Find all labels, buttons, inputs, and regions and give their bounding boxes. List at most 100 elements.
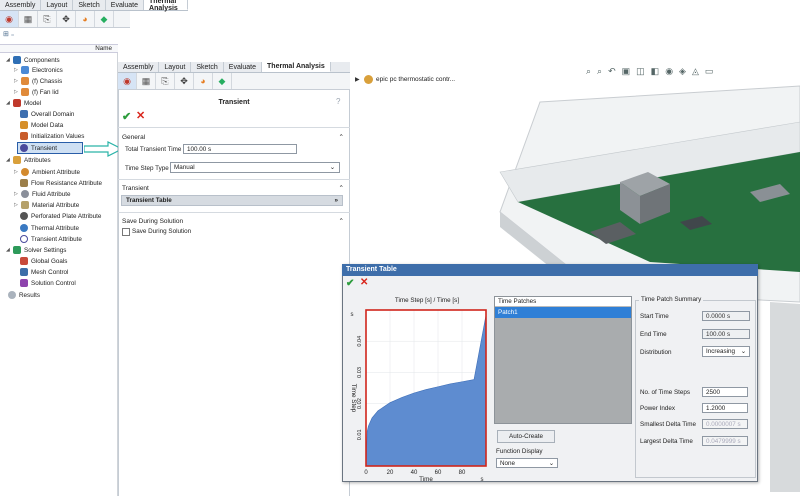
distribution-select[interactable]: Increasing ⌄ [702,346,750,357]
mesh-icon [20,268,28,276]
general-section-header[interactable]: General ⌃ [118,131,348,143]
tab-thermal-analysis[interactable]: Thermal Analysis [144,0,188,12]
collapse-chevron-icon[interactable]: ⌃ [339,217,344,225]
tab-evaluate[interactable]: Evaluate [106,0,145,10]
color-wheel-icon[interactable]: ◕ [194,73,213,89]
tab-sketch[interactable]: Sketch [191,62,224,72]
tree-item-perforated-plate-attribute[interactable]: Perforated Plate Attribute [20,211,101,221]
transient-table-row[interactable]: Transient Table» [121,195,343,206]
tab-layout[interactable]: Layout [159,62,192,72]
expand-arrow-icon[interactable]: ▶ [355,76,360,83]
tree-item-flow-resistance-attribute[interactable]: Flow Resistance Attribute [20,178,102,188]
help-icon[interactable]: ? [336,97,340,106]
expand-icon[interactable]: ◢ [6,100,12,106]
expand-icon[interactable]: ◢ [6,247,12,253]
thermal-icon [20,224,28,232]
tree-item-thermal-attribute[interactable]: Thermal Attribute [20,223,79,233]
collapse-icon[interactable]: ▷ [14,78,20,84]
color-wheel-icon[interactable]: ◕ [76,11,95,27]
tree-item-results[interactable]: Results [8,290,40,300]
tree-item-model[interactable]: ◢ Model [6,98,41,108]
init-values-icon [20,132,28,140]
save-checkbox[interactable] [122,228,130,236]
power-index-input[interactable]: 1.2000 [702,403,748,413]
cube-icon[interactable]: ◆ [95,11,114,27]
collapse-icon[interactable]: ▷ [14,67,20,73]
ok-check-icon[interactable]: ✔ [122,110,131,123]
display-style-icon[interactable]: ◧ [651,66,660,77]
tree-item-chassis[interactable]: ▷ (f) Chassis [14,76,62,86]
collapse-icon[interactable]: ▷ [14,89,20,95]
table-icon[interactable]: ▦ [137,73,156,89]
filter-icon[interactable]: ⊞ ₌ [3,30,15,38]
viewport-breadcrumb[interactable]: epic pc thermostatic contr... [376,76,455,83]
tree-item-attributes[interactable]: ◢ Attributes [6,155,51,165]
tree-item-mesh-control[interactable]: Mesh Control [20,267,68,277]
tab-assembly[interactable]: Assembly [0,0,42,10]
cube-icon[interactable]: ◆ [213,73,232,89]
previous-view-icon[interactable]: ↶ [608,66,616,77]
dialog-title-bar[interactable]: Transient Table [342,264,758,276]
ok-check-icon[interactable]: ✔ [346,278,354,289]
y-tick-label: 0.03 [357,367,363,378]
appearance-icon[interactable]: ◈ [679,66,686,77]
tab-evaluate[interactable]: Evaluate [224,62,263,72]
transient-section-header[interactable]: Transient ⌃ [118,182,348,194]
assembly-icon [364,75,373,84]
tree-item-model-data[interactable]: Model Data [20,120,63,130]
tree-item-ambient-attribute[interactable]: ▷ Ambient Attribute [14,167,80,177]
monitor-icon[interactable]: ▭ [705,66,714,77]
tab-layout[interactable]: Layout [41,0,74,10]
cancel-x-icon[interactable]: ✕ [360,277,368,288]
tree-item-transient-attribute[interactable]: Transient Attribute [20,234,82,244]
num-steps-label: No. of Time Steps [640,389,691,396]
divider [118,179,350,180]
zoom-icon[interactable]: ⌕ [586,66,591,77]
distribution-label: Distribution [640,349,672,356]
tab-sketch[interactable]: Sketch [73,0,106,10]
patch-list-item[interactable]: Patch1 [495,307,631,318]
zoom-area-icon[interactable]: ⌕ [597,66,602,77]
tree-item-solver-settings[interactable]: ◢ Solver Settings [6,245,66,255]
tree-item-fluid-attribute[interactable]: ▷ Fluid Attribute [14,189,71,199]
hide-show-icon[interactable]: ◉ [665,66,673,77]
collapse-chevron-icon[interactable]: ⌃ [339,184,344,192]
tab-assembly[interactable]: Assembly [118,62,160,72]
collapse-icon[interactable]: ▷ [14,191,20,197]
tree-item-solution-control[interactable]: Solution Control [20,278,76,288]
tree-item-fan-lid[interactable]: ▷ (f) Fan lid [14,87,59,97]
move-icon[interactable]: ✥ [57,11,76,27]
chevron-down-icon: ⌄ [329,164,335,171]
auto-create-button[interactable]: Auto-Create [497,430,555,443]
tab-thermal-analysis[interactable]: Thermal Analysis [262,62,331,72]
section-view-icon[interactable]: ▣ [622,66,631,77]
scene-icon[interactable]: ◬ [692,66,699,77]
tree-item-electronics[interactable]: ▷ Electronics [14,65,63,75]
table-icon[interactable]: ▦ [19,11,38,27]
tree-item-overall-domain[interactable]: Overall Domain [20,109,74,119]
expand-icon[interactable]: ◢ [6,157,12,163]
view-orientation-icon[interactable]: ◫ [636,66,645,77]
tree-item-initialization-values[interactable]: Initialization Values [20,131,84,141]
tree-item-components[interactable]: ◢ Components [6,55,60,65]
collapse-icon[interactable]: ▷ [14,169,20,175]
function-display-select[interactable]: None ⌄ [496,458,558,468]
double-chevron-right-icon[interactable]: » [334,197,338,204]
num-steps-input[interactable]: 2500 [702,387,748,397]
total-time-input[interactable]: 100.00 s [183,144,297,154]
tree-item-transient[interactable]: Transient [17,142,83,154]
copy-icon[interactable]: ⎘ [156,73,175,89]
tree-item-global-goals[interactable]: Global Goals [20,256,67,266]
cancel-x-icon[interactable]: ✕ [136,109,145,122]
copy-icon[interactable]: ⎘ [38,11,57,27]
collapse-icon[interactable]: ▷ [14,202,20,208]
save-section-header[interactable]: Save During Solution ⌃ [118,215,348,227]
thermal-model-icon[interactable]: ◉ [0,11,19,27]
thermal-model-icon[interactable]: ◉ [118,73,137,89]
move-icon[interactable]: ✥ [175,73,194,89]
step-type-select[interactable]: Manual ⌄ [170,162,340,173]
tree-item-material-attribute[interactable]: ▷ Material Attribute [14,200,79,210]
model-data-icon [20,121,28,129]
collapse-chevron-icon[interactable]: ⌃ [339,133,344,141]
expand-icon[interactable]: ◢ [6,57,12,63]
